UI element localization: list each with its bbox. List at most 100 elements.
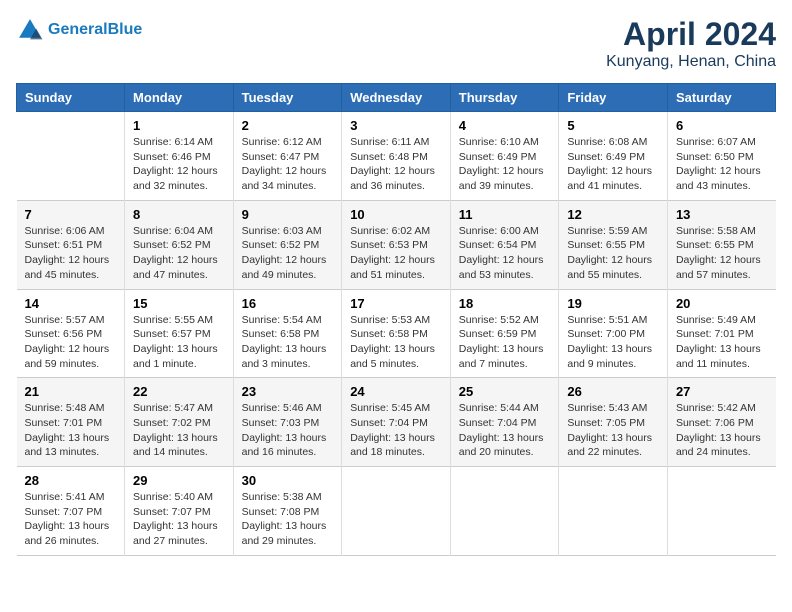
day-info: Sunrise: 6:00 AM Sunset: 6:54 PM Dayligh… bbox=[459, 224, 551, 283]
day-info: Sunrise: 5:45 AM Sunset: 7:04 PM Dayligh… bbox=[350, 401, 442, 460]
logo-icon bbox=[16, 16, 44, 44]
calendar-week-1: 7 Sunrise: 6:06 AM Sunset: 6:51 PM Daylig… bbox=[17, 200, 776, 289]
header-cell-tuesday: Tuesday bbox=[233, 84, 342, 112]
day-number: 1 bbox=[133, 118, 225, 133]
day-number: 20 bbox=[676, 296, 768, 311]
day-number: 17 bbox=[350, 296, 442, 311]
day-info: Sunrise: 5:54 AM Sunset: 6:58 PM Dayligh… bbox=[242, 313, 334, 372]
logo-text: GeneralBlue bbox=[48, 21, 142, 39]
day-number: 2 bbox=[242, 118, 334, 133]
subtitle: Kunyang, Henan, China bbox=[606, 53, 776, 71]
calendar-cell: 24 Sunrise: 5:45 AM Sunset: 7:04 PM Dayli… bbox=[342, 378, 451, 467]
day-number: 5 bbox=[567, 118, 659, 133]
calendar-cell bbox=[17, 112, 125, 201]
calendar-cell: 23Sunrise: 5:46 AM Sunset: 7:03 PM Dayli… bbox=[233, 378, 342, 467]
calendar-cell: 8 Sunrise: 6:04 AM Sunset: 6:52 PM Daylig… bbox=[125, 200, 234, 289]
day-info: Sunrise: 6:02 AM Sunset: 6:53 PM Dayligh… bbox=[350, 224, 442, 283]
header-cell-wednesday: Wednesday bbox=[342, 84, 451, 112]
day-info: Sunrise: 5:52 AM Sunset: 6:59 PM Dayligh… bbox=[459, 313, 551, 372]
calendar-cell: 26 Sunrise: 5:43 AM Sunset: 7:05 PM Dayli… bbox=[559, 378, 668, 467]
day-info: Sunrise: 5:55 AM Sunset: 6:57 PM Dayligh… bbox=[133, 313, 225, 372]
header-cell-sunday: Sunday bbox=[17, 84, 125, 112]
calendar-cell: 15Sunrise: 5:55 AM Sunset: 6:57 PM Dayli… bbox=[125, 289, 234, 378]
calendar-cell: 3Sunrise: 6:11 AM Sunset: 6:48 PM Daylig… bbox=[342, 112, 451, 201]
day-info: Sunrise: 6:04 AM Sunset: 6:52 PM Dayligh… bbox=[133, 224, 225, 283]
calendar-cell: 27 Sunrise: 5:42 AM Sunset: 7:06 PM Dayli… bbox=[667, 378, 775, 467]
logo: GeneralBlue bbox=[16, 16, 142, 44]
calendar-header: SundayMondayTuesdayWednesdayThursdayFrid… bbox=[17, 84, 776, 112]
day-info: Sunrise: 5:57 AM Sunset: 6:56 PM Dayligh… bbox=[25, 313, 117, 372]
calendar-cell: 1 Sunrise: 6:14 AM Sunset: 6:46 PM Daylig… bbox=[125, 112, 234, 201]
day-info: Sunrise: 5:43 AM Sunset: 7:05 PM Dayligh… bbox=[567, 401, 659, 460]
day-info: Sunrise: 6:07 AM Sunset: 6:50 PM Dayligh… bbox=[676, 135, 768, 194]
day-info: Sunrise: 6:14 AM Sunset: 6:46 PM Dayligh… bbox=[133, 135, 225, 194]
calendar-cell: 29Sunrise: 5:40 AM Sunset: 7:07 PM Dayli… bbox=[125, 467, 234, 556]
day-number: 9 bbox=[242, 207, 334, 222]
logo-line2: Blue bbox=[108, 21, 143, 38]
day-number: 18 bbox=[459, 296, 551, 311]
day-number: 10 bbox=[350, 207, 442, 222]
calendar-cell: 22 Sunrise: 5:47 AM Sunset: 7:02 PM Dayli… bbox=[125, 378, 234, 467]
calendar-cell: 19 Sunrise: 5:51 AM Sunset: 7:00 PM Dayli… bbox=[559, 289, 668, 378]
calendar-cell: 6 Sunrise: 6:07 AM Sunset: 6:50 PM Daylig… bbox=[667, 112, 775, 201]
day-info: Sunrise: 6:06 AM Sunset: 6:51 PM Dayligh… bbox=[25, 224, 117, 283]
calendar-cell bbox=[450, 467, 559, 556]
day-number: 28 bbox=[25, 473, 117, 488]
header-cell-friday: Friday bbox=[559, 84, 668, 112]
calendar-cell: 14 Sunrise: 5:57 AM Sunset: 6:56 PM Dayli… bbox=[17, 289, 125, 378]
day-info: Sunrise: 6:08 AM Sunset: 6:49 PM Dayligh… bbox=[567, 135, 659, 194]
day-number: 24 bbox=[350, 384, 442, 399]
day-info: Sunrise: 5:59 AM Sunset: 6:55 PM Dayligh… bbox=[567, 224, 659, 283]
day-number: 8 bbox=[133, 207, 225, 222]
calendar-week-3: 21 Sunrise: 5:48 AM Sunset: 7:01 PM Dayli… bbox=[17, 378, 776, 467]
calendar-cell bbox=[667, 467, 775, 556]
day-number: 27 bbox=[676, 384, 768, 399]
day-info: Sunrise: 5:42 AM Sunset: 7:06 PM Dayligh… bbox=[676, 401, 768, 460]
day-number: 7 bbox=[25, 207, 117, 222]
page-header: GeneralBlue April 2024 Kunyang, Henan, C… bbox=[16, 16, 776, 71]
day-number: 21 bbox=[25, 384, 117, 399]
day-number: 30 bbox=[242, 473, 334, 488]
day-info: Sunrise: 5:48 AM Sunset: 7:01 PM Dayligh… bbox=[25, 401, 117, 460]
header-row: SundayMondayTuesdayWednesdayThursdayFrid… bbox=[17, 84, 776, 112]
day-info: Sunrise: 5:49 AM Sunset: 7:01 PM Dayligh… bbox=[676, 313, 768, 372]
calendar-cell: 9 Sunrise: 6:03 AM Sunset: 6:52 PM Daylig… bbox=[233, 200, 342, 289]
day-number: 14 bbox=[25, 296, 117, 311]
day-number: 12 bbox=[567, 207, 659, 222]
day-info: Sunrise: 5:41 AM Sunset: 7:07 PM Dayligh… bbox=[25, 490, 117, 549]
calendar-week-0: 1 Sunrise: 6:14 AM Sunset: 6:46 PM Daylig… bbox=[17, 112, 776, 201]
day-info: Sunrise: 5:44 AM Sunset: 7:04 PM Dayligh… bbox=[459, 401, 551, 460]
calendar-table: SundayMondayTuesdayWednesdayThursdayFrid… bbox=[16, 83, 776, 556]
day-number: 6 bbox=[676, 118, 768, 133]
day-number: 13 bbox=[676, 207, 768, 222]
calendar-cell: 16 Sunrise: 5:54 AM Sunset: 6:58 PM Dayli… bbox=[233, 289, 342, 378]
day-info: Sunrise: 6:03 AM Sunset: 6:52 PM Dayligh… bbox=[242, 224, 334, 283]
day-info: Sunrise: 5:46 AM Sunset: 7:03 PM Dayligh… bbox=[242, 401, 334, 460]
day-number: 19 bbox=[567, 296, 659, 311]
main-title: April 2024 bbox=[606, 16, 776, 53]
calendar-cell: 13 Sunrise: 5:58 AM Sunset: 6:55 PM Dayli… bbox=[667, 200, 775, 289]
logo-line1: General bbox=[48, 21, 108, 38]
calendar-cell: 20 Sunrise: 5:49 AM Sunset: 7:01 PM Dayli… bbox=[667, 289, 775, 378]
title-block: April 2024 Kunyang, Henan, China bbox=[606, 16, 776, 71]
day-number: 22 bbox=[133, 384, 225, 399]
header-cell-saturday: Saturday bbox=[667, 84, 775, 112]
calendar-cell bbox=[559, 467, 668, 556]
day-info: Sunrise: 6:12 AM Sunset: 6:47 PM Dayligh… bbox=[242, 135, 334, 194]
day-info: Sunrise: 5:38 AM Sunset: 7:08 PM Dayligh… bbox=[242, 490, 334, 549]
calendar-cell: 10 Sunrise: 6:02 AM Sunset: 6:53 PM Dayli… bbox=[342, 200, 451, 289]
day-info: Sunrise: 5:47 AM Sunset: 7:02 PM Dayligh… bbox=[133, 401, 225, 460]
calendar-cell: 30 Sunrise: 5:38 AM Sunset: 7:08 PM Dayli… bbox=[233, 467, 342, 556]
day-number: 25 bbox=[459, 384, 551, 399]
day-number: 26 bbox=[567, 384, 659, 399]
day-number: 16 bbox=[242, 296, 334, 311]
calendar-cell: 28 Sunrise: 5:41 AM Sunset: 7:07 PM Dayli… bbox=[17, 467, 125, 556]
calendar-cell: 18 Sunrise: 5:52 AM Sunset: 6:59 PM Dayli… bbox=[450, 289, 559, 378]
day-info: Sunrise: 5:58 AM Sunset: 6:55 PM Dayligh… bbox=[676, 224, 768, 283]
calendar-cell: 21 Sunrise: 5:48 AM Sunset: 7:01 PM Dayli… bbox=[17, 378, 125, 467]
day-info: Sunrise: 5:51 AM Sunset: 7:00 PM Dayligh… bbox=[567, 313, 659, 372]
calendar-cell bbox=[342, 467, 451, 556]
day-info: Sunrise: 6:11 AM Sunset: 6:48 PM Dayligh… bbox=[350, 135, 442, 194]
calendar-cell: 7 Sunrise: 6:06 AM Sunset: 6:51 PM Daylig… bbox=[17, 200, 125, 289]
calendar-body: 1 Sunrise: 6:14 AM Sunset: 6:46 PM Daylig… bbox=[17, 112, 776, 556]
